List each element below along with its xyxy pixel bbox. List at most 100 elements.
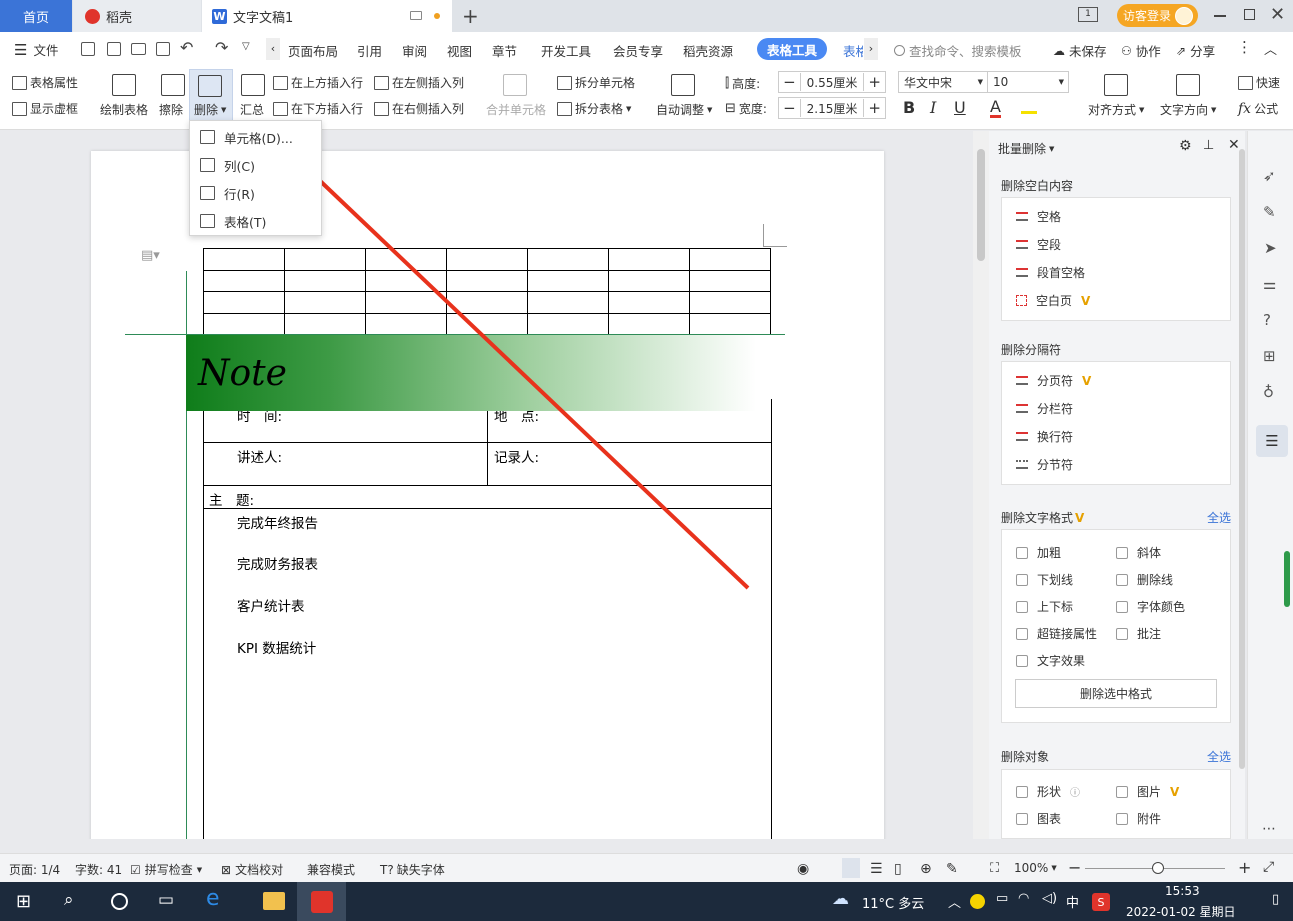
zoom-in-icon[interactable]: + xyxy=(1238,858,1251,877)
object-image-checkbox[interactable]: 图片 V xyxy=(1116,783,1179,800)
volume-icon[interactable]: ◁) xyxy=(1042,891,1057,906)
pin-icon[interactable]: ⊥ xyxy=(1203,138,1214,153)
close-icon[interactable]: ✕ xyxy=(1228,137,1240,153)
more-icon[interactable]: ⋯ xyxy=(1262,821,1276,837)
tray-expand-icon[interactable]: ︿ xyxy=(948,892,961,911)
zoom-select[interactable]: 100% ▼ xyxy=(1014,861,1057,875)
format-font-color-label: 字体颜色 xyxy=(1137,600,1186,614)
delete-spaces-item[interactable]: 空格 xyxy=(1016,208,1061,225)
object-chart-checkbox[interactable]: 图表 xyxy=(1016,810,1061,827)
edge-icon[interactable]: e xyxy=(206,886,220,911)
checkbox[interactable] xyxy=(1116,600,1128,613)
blank-items-box: 空格 空段 段首空格 空白页 V xyxy=(1001,197,1231,321)
delete-page-break-item[interactable]: 分页符 V xyxy=(1016,372,1091,389)
checkbox[interactable] xyxy=(1116,546,1128,559)
format-strikethrough-checkbox[interactable]: 删除线 xyxy=(1116,571,1173,588)
format-bold-label: 加粗 xyxy=(1037,546,1062,560)
format-underline-checkbox[interactable]: 下划线 xyxy=(1016,571,1073,588)
help-icon[interactable]: ? xyxy=(1263,311,1271,329)
notification-icon[interactable]: ▯ xyxy=(1272,892,1279,907)
object-shape-checkbox[interactable]: 形状 ⓘ xyxy=(1016,783,1080,800)
windows-start-icon[interactable]: ⊞ xyxy=(16,891,31,912)
checkbox[interactable] xyxy=(1016,546,1028,559)
checkbox[interactable] xyxy=(1116,812,1128,825)
delete-line-break-item[interactable]: 换行符 xyxy=(1016,428,1073,445)
clock-date[interactable]: 2022-01-02 星期日 xyxy=(1126,903,1236,920)
page-indicator[interactable]: 页面: 1/4 xyxy=(9,861,60,878)
word-count[interactable]: 字数: 41 xyxy=(75,861,122,878)
zoom-out-icon[interactable]: − xyxy=(1068,858,1081,877)
delete-table-item[interactable]: 表格(T) xyxy=(190,207,321,235)
checkbox[interactable] xyxy=(1116,785,1128,798)
delete-section-break-item[interactable]: 分节符 xyxy=(1016,456,1073,473)
object-shape-label: 形状 xyxy=(1037,785,1062,799)
pen-icon[interactable]: ✎ xyxy=(1263,203,1276,221)
delete-leading-spaces-item[interactable]: 段首空格 xyxy=(1016,264,1085,281)
format-text-effect-checkbox[interactable]: 文字效果 xyxy=(1016,652,1085,669)
vip-icon: V xyxy=(1170,784,1180,799)
checkbox[interactable] xyxy=(1116,573,1128,586)
wifi-icon[interactable]: ◠ xyxy=(1018,891,1029,906)
fullscreen-icon[interactable]: ⤢ xyxy=(1263,859,1274,875)
proofread-label: 文档校对 xyxy=(235,863,284,877)
checkbox[interactable] xyxy=(1016,627,1028,640)
gear-icon[interactable]: ⚙ xyxy=(1179,138,1192,154)
ime-indicator[interactable]: 中 xyxy=(1066,892,1079,911)
delete-selected-format-button[interactable]: 删除选中格式 xyxy=(1015,679,1217,708)
eye-icon[interactable]: ◉ xyxy=(797,861,809,877)
proofread-button[interactable]: ⊠ 文档校对 xyxy=(221,861,283,878)
format-bold-checkbox[interactable]: 加粗 xyxy=(1016,544,1061,561)
delete-column-break-item[interactable]: 分栏符 xyxy=(1016,400,1073,417)
delete-column-item[interactable]: 列(C) xyxy=(190,151,321,179)
bulb-icon[interactable]: ♁ xyxy=(1263,383,1274,401)
rocket-icon[interactable]: ➶ xyxy=(1263,167,1276,185)
checkbox[interactable] xyxy=(1016,812,1028,825)
sogou-icon[interactable]: S xyxy=(1092,893,1110,911)
format-font-color-checkbox[interactable]: 字体颜色 xyxy=(1116,598,1185,615)
panel-scrollbar[interactable] xyxy=(1239,149,1245,769)
weather-text[interactable]: 11°C 多云 xyxy=(862,893,924,912)
wps-taskbar-button[interactable] xyxy=(297,882,346,921)
empty-paragraph-icon xyxy=(1016,240,1028,249)
format-comment-checkbox[interactable]: 批注 xyxy=(1116,625,1161,642)
checkbox[interactable] xyxy=(1016,600,1028,613)
format-superscript-checkbox[interactable]: 上下标 xyxy=(1016,598,1073,615)
format-hyperlink-checkbox[interactable]: 超链接属性 xyxy=(1016,625,1097,642)
batch-delete-icon[interactable]: ☰ xyxy=(1256,425,1288,457)
delete-cells-item[interactable]: 单元格(D)... xyxy=(190,123,321,151)
delete-empty-paragraphs-item[interactable]: 空段 xyxy=(1016,236,1061,253)
tray-app-icon[interactable] xyxy=(970,894,985,909)
checkbox[interactable] xyxy=(1116,627,1128,640)
zoom-slider-handle[interactable] xyxy=(1152,862,1164,874)
checkbox[interactable] xyxy=(1016,785,1028,798)
network-icon[interactable]: ▭ xyxy=(996,891,1008,906)
select-all-object-link[interactable]: 全选 xyxy=(1207,748,1231,765)
missing-font-button[interactable]: T? 缺失字体 xyxy=(380,861,445,878)
search-icon[interactable]: ⌕ xyxy=(64,890,74,910)
checkbox[interactable] xyxy=(1016,654,1028,667)
delete-blank-pages-item[interactable]: 空白页 V xyxy=(1016,292,1090,309)
cursor-icon[interactable]: ➤ xyxy=(1264,239,1277,257)
translate-icon[interactable]: ⊞ xyxy=(1263,347,1276,365)
checkbox[interactable] xyxy=(1016,573,1028,586)
delete-row-item[interactable]: 行(R) xyxy=(190,179,321,207)
object-attachment-checkbox[interactable]: 附件 xyxy=(1116,810,1161,827)
file-explorer-icon[interactable] xyxy=(263,892,285,910)
web-view-icon[interactable]: ⊕ xyxy=(920,861,932,877)
select-all-format-link[interactable]: 全选 xyxy=(1207,509,1231,526)
wps-icon xyxy=(310,890,333,913)
edit-view-icon[interactable]: ✎ xyxy=(946,861,958,877)
spell-check-button[interactable]: ☑ 拼写检查 ▼ xyxy=(130,861,202,878)
sliders-icon[interactable]: ⚌ xyxy=(1263,275,1276,293)
delete-page-break-label: 分页符 xyxy=(1037,374,1074,388)
format-italic-checkbox[interactable]: 斜体 xyxy=(1116,544,1161,561)
side-scroll-indicator[interactable] xyxy=(1284,551,1290,607)
clock-time[interactable]: 15:53 xyxy=(1165,884,1200,898)
panel-title[interactable]: 批量删除 ▼ xyxy=(998,140,1054,157)
task-view-icon[interactable]: ▭ xyxy=(158,890,174,910)
read-view-icon[interactable]: ▯ xyxy=(894,861,902,877)
cortana-icon[interactable] xyxy=(111,893,128,910)
fit-page-icon[interactable]: ⛶ xyxy=(990,861,999,876)
page-view-icon[interactable] xyxy=(842,858,860,878)
outline-view-icon[interactable]: ☰ xyxy=(870,861,883,877)
